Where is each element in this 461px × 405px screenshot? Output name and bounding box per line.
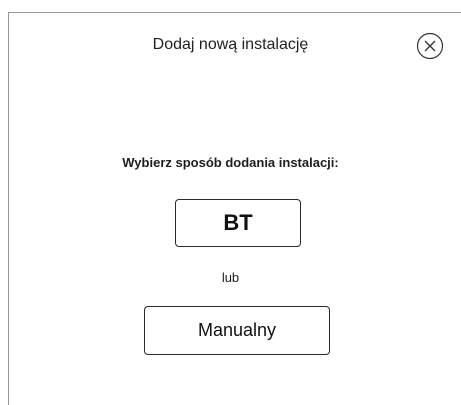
- dialog-title: Dodaj nową instalację: [152, 36, 309, 53]
- dialog-border-top: [8, 12, 461, 13]
- manual-button-label: Manualny: [197, 320, 277, 340]
- close-button[interactable]: [416, 32, 444, 60]
- bt-button-label: BT: [223, 210, 253, 235]
- close-circle-icon: [416, 32, 444, 60]
- dialog-border-left: [8, 12, 9, 405]
- bt-button[interactable]: BT: [175, 199, 301, 247]
- manual-button[interactable]: Manualny: [144, 306, 330, 355]
- or-label: lub: [221, 270, 240, 285]
- add-method-prompt: Wybierz sposób dodania instalacji:: [122, 155, 339, 170]
